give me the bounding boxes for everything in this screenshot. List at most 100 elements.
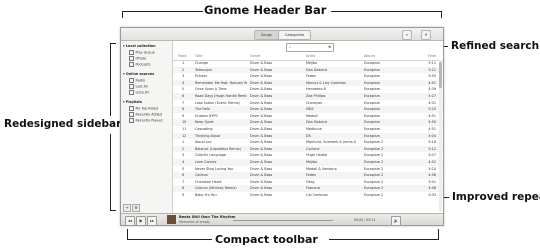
column-header-time[interactable]: Time xyxy=(420,53,436,60)
sidebar-section-local[interactable]: ▾ Local collection xyxy=(123,44,156,48)
table-row[interactable]: 7 Lose Lotion (Everic Remix) Drum & Bass Ch… xyxy=(173,100,443,107)
search-toggle-button[interactable]: ⌕ xyxy=(402,30,412,40)
tab-categories[interactable]: Categories xyxy=(277,31,311,39)
table-row[interactable]: 8 The Falls Drum & Bass MDS Escapism 5:20 xyxy=(173,106,443,113)
playlist-icon xyxy=(129,112,134,117)
play-button[interactable]: ▶ xyxy=(136,216,146,225)
cell-album: Escapism xyxy=(364,93,381,98)
cell-genre: Drum & Bass xyxy=(250,100,273,105)
cell-time: 4:52 xyxy=(428,159,436,164)
cell-track: 6 xyxy=(182,93,185,98)
cell-album: Escapism xyxy=(364,133,381,138)
column-header-genre[interactable]: Genre xyxy=(250,53,286,60)
cell-title: Cascading xyxy=(195,126,213,131)
cell-track: 5 xyxy=(182,166,185,171)
cell-track: 8 xyxy=(182,186,185,191)
table-row[interactable]: 2 Balance (Liquidator Remix) Drum & Bass Cy… xyxy=(173,145,443,153)
volume-button[interactable]: 🔈 xyxy=(391,216,401,225)
table-row[interactable]: 3 Echoes Drum & Bass Fades Escapism 5:55 xyxy=(173,73,443,80)
column-header-title[interactable]: Title xyxy=(195,53,247,60)
search-field[interactable]: ⌕ ✖ xyxy=(286,43,334,52)
cell-time: 4:50 xyxy=(428,120,436,125)
cell-time: 4:51 xyxy=(428,80,436,85)
sidebar-item-iphoto[interactable]: iPhoto xyxy=(129,56,146,61)
cell-artist: Cyclone xyxy=(306,146,320,151)
cell-genre: Drum & Bass xyxy=(250,61,273,65)
cell-title: Balance (Liquidator Remix) xyxy=(195,146,241,151)
sidebar-item-radio[interactable]: Radio xyxy=(129,78,145,83)
cell-time: 5:04 xyxy=(428,133,436,138)
cell-artist: Hannemo B xyxy=(306,87,326,92)
cell-time: 5:11 xyxy=(428,61,436,65)
scrollbar-thumb[interactable] xyxy=(439,62,442,88)
sidebar-settings-button[interactable]: ⚙ xyxy=(132,204,140,212)
cell-time: 4:48 xyxy=(428,186,436,191)
table-row[interactable]: 9 Baby It's You Drum & Bass Lisi Conteros Es… xyxy=(173,192,443,199)
tab-songs[interactable]: Songs xyxy=(255,31,278,39)
cell-artist: Madsili xyxy=(306,113,318,118)
table-row[interactable]: 12 Thinking Aloud Drum & Bass DS Escapism 5:0… xyxy=(173,132,443,140)
track-list: 1 Change Drum & Bass Mejiba Escapism 5:11 2 Tel… xyxy=(173,60,443,198)
sidebar-item-podcasts[interactable]: Podcasts xyxy=(129,62,150,67)
table-row[interactable]: 5 Never Stop Loving You Drum & Bass Madali … xyxy=(173,166,443,173)
toolbar-line-right xyxy=(329,239,439,240)
sidebar-section-label: Online sources xyxy=(125,72,155,76)
cell-title: Baby It's You xyxy=(195,192,217,197)
cell-artist: Marcus & Lisy Conteros xyxy=(306,80,346,85)
clear-icon[interactable]: ✖ xyxy=(328,44,331,51)
sidebar-item-lastfm[interactable]: Last.fm xyxy=(129,84,148,89)
cell-artist: Madhuna xyxy=(306,126,322,131)
cell-title: Aloud Lov xyxy=(195,140,212,145)
table-row[interactable]: 4 Remember Me feat. Hannah Yee Drum & Bass… xyxy=(173,79,443,87)
cell-title: Remember Me feat. Hannah Yee xyxy=(195,80,247,85)
table-row[interactable]: 1 Aloud Lov Drum & Bass Manfurst, Submerk &… xyxy=(173,139,443,146)
sidebar-section-online[interactable]: ▾ Online sources xyxy=(123,72,154,76)
sidebar-item-recently-played[interactable]: Recently Played xyxy=(129,118,163,123)
table-row[interactable]: 11 Cascading Drum & Bass Madhuna Escapism 4:5… xyxy=(173,126,443,133)
cell-album: Escapism xyxy=(364,107,381,112)
table-row[interactable]: 3 Colorful Language Drum & Bass Hugh Hardie… xyxy=(173,152,443,159)
table-row[interactable]: 4 Love Comics Drum & Bass Mejiba Escapism 2 4… xyxy=(173,158,443,166)
table-row[interactable]: 5 Once Upon A Time Drum & Bass Hannemo B Esc… xyxy=(173,86,443,93)
table-row[interactable]: 1 Change Drum & Bass Mejiba Escapism 5:11 xyxy=(173,60,443,67)
sidebar-line-top-tick xyxy=(110,43,116,44)
column-header-album[interactable]: Album xyxy=(364,53,408,60)
cell-title: Telescopic xyxy=(195,67,213,72)
cell-track: 7 xyxy=(182,179,185,184)
header-bar-line-left xyxy=(122,11,203,12)
cell-album: Escapism 2 xyxy=(364,159,384,164)
cell-album: Escapism xyxy=(364,113,381,118)
add-playlist-button[interactable]: + xyxy=(123,204,131,212)
cell-title: Once Upon A Time xyxy=(195,87,227,92)
search-icon: ⌕ xyxy=(289,45,291,49)
cell-artist: Mejiba xyxy=(306,61,318,65)
column-header-track[interactable]: Track xyxy=(178,53,188,60)
cell-time: 4:51 xyxy=(428,126,436,131)
sidebar-item-librefm[interactable]: Libre.fm xyxy=(129,90,149,95)
table-row[interactable]: 2 Telescopic Drum & Bass Dan Dabrica Escapis… xyxy=(173,66,443,74)
cell-genre: Drum & Bass xyxy=(250,133,273,138)
table-row[interactable]: 9 Hudson NYPC Drum & Bass Madsili Escapism 4:… xyxy=(173,113,443,120)
next-button[interactable]: ▸▸ xyxy=(147,216,157,225)
column-header-artist[interactable]: Artist xyxy=(306,53,358,60)
radio-icon xyxy=(129,78,134,83)
cell-time: 5:24 xyxy=(428,166,436,171)
table-row[interactable]: 6 Road Days (Hugh Hardie Remix) Drum & Bas… xyxy=(173,92,443,100)
table-row[interactable]: 8 Colours (Whimsy Remix) Drum & Bass Franar… xyxy=(173,185,443,192)
previous-button[interactable]: ◂◂ xyxy=(125,216,135,225)
seek-bar[interactable] xyxy=(233,220,333,221)
table-row[interactable]: 6 Catinus Drum & Bass Fades Escapism 2 4:58 xyxy=(173,172,443,179)
album-art xyxy=(167,215,176,224)
playlist-icon xyxy=(129,106,134,111)
cell-genre: Drum & Bass xyxy=(250,74,273,79)
sidebar-item-label: Podcasts xyxy=(135,62,151,67)
close-button[interactable]: ✕ xyxy=(421,30,431,40)
scrollbar[interactable] xyxy=(439,60,442,212)
table-row[interactable]: 10 Keep Quiet Drum & Bass Dan Dabrica Escapi… xyxy=(173,119,443,126)
sidebar-section-playlists[interactable]: ▾ Playlists xyxy=(123,100,142,104)
sidebar-item-recently-added[interactable]: Recently Added xyxy=(129,112,162,117)
table-row[interactable]: 7 Cherokee Heart Drum & Bass Okay Escapism 2… xyxy=(173,179,443,186)
sidebar-item-my-top-rated[interactable]: My Top Rated xyxy=(129,106,158,111)
toolbar-line-left-tick xyxy=(127,229,128,239)
sidebar-item-play-queue[interactable]: Play Queue xyxy=(129,50,155,55)
